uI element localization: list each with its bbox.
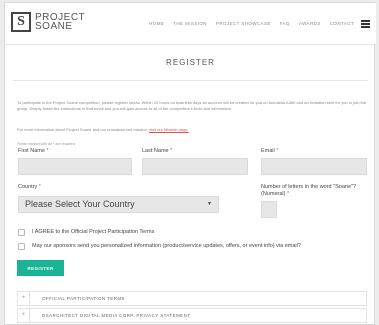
nav-home[interactable]: HOME: [149, 21, 164, 26]
main-nav: HOME THE MISSION PROJECT SHOWCASE FAQ AW…: [149, 21, 354, 26]
required-star: *: [46, 148, 49, 154]
first-name-label: First Name *: [18, 148, 49, 154]
first-name-field[interactable]: [18, 158, 132, 175]
accordion-label: DSARCHITECT DIGITAL MEDIA CORP. PRIVACY …: [42, 313, 191, 318]
hamburger-menu-icon[interactable]: [361, 20, 370, 28]
letters-question-line1: Number of letters in the word "Soane"?: [261, 184, 357, 190]
nav-awards[interactable]: AWARDS: [299, 21, 321, 26]
letters-question-line2: (Numeral) *: [261, 191, 373, 198]
sponsors-email-label: May our sponsors send you personalized i…: [32, 243, 301, 249]
last-name-label-text: Last Name: [142, 148, 169, 154]
more-info-label: For more information about Project Soane…: [17, 127, 148, 132]
letters-question-label: Number of letters in the word "Soane"? (…: [261, 184, 373, 198]
more-info-text: For more information about Project Soane…: [17, 127, 189, 132]
mission-page-link[interactable]: visit our Mission page.: [149, 127, 189, 132]
logo-line2: SOANE: [35, 21, 73, 32]
logo-text: PROJECT SOANE: [35, 13, 85, 32]
required-note: Fields marked with an * are required: [17, 142, 75, 146]
required-star: *: [38, 184, 41, 190]
email-label-text: Email: [261, 148, 275, 154]
letters-question-line2-text: (Numeral): [261, 191, 286, 197]
last-name-field[interactable]: [142, 158, 248, 175]
agree-terms-checkbox[interactable]: [18, 229, 25, 236]
required-star: *: [286, 191, 290, 197]
sponsors-email-checkbox[interactable]: [18, 243, 25, 250]
accordion-privacy-statement[interactable]: + DSARCHITECT DIGITAL MEDIA CORP. PRIVAC…: [17, 308, 367, 323]
logo-mark: S: [11, 12, 31, 32]
required-note-suffix: are required: [55, 142, 75, 146]
nav-the-mission[interactable]: THE MISSION: [173, 21, 207, 26]
register-button[interactable]: REGISTER: [17, 260, 64, 276]
nav-faq[interactable]: FAQ: [280, 21, 290, 26]
required-note-text: Fields marked with an: [17, 142, 52, 146]
email-label: Email *: [261, 148, 278, 154]
required-star: *: [276, 148, 279, 154]
nav-contact[interactable]: CONTACT: [330, 21, 354, 26]
title-divider: [13, 80, 368, 81]
logo[interactable]: S PROJECT SOANE: [11, 11, 85, 33]
accordion-participation-terms[interactable]: + OFFICIAL PARTICIPATION TERMS: [17, 291, 367, 306]
country-label-text: Country: [18, 184, 38, 190]
country-select[interactable]: Please Select Your Country ▼: [18, 196, 219, 213]
email-field[interactable]: [261, 158, 367, 175]
letters-count-field[interactable]: [261, 201, 277, 218]
page: S PROJECT SOANE HOME THE MISSION PROJECT…: [4, 2, 376, 325]
plus-icon: +: [18, 309, 30, 322]
first-name-label-text: First Name: [18, 148, 45, 154]
country-selected-value: Please Select Your Country: [25, 199, 135, 209]
intro-text: To participate in the Project Soane comp…: [17, 100, 367, 111]
plus-icon: +: [18, 292, 30, 305]
site-header: S PROJECT SOANE HOME THE MISSION PROJECT…: [5, 3, 376, 45]
nav-project-showcase[interactable]: PROJECT SHOWCASE: [216, 21, 271, 26]
accordion-label: OFFICIAL PARTICIPATION TERMS: [42, 296, 125, 301]
required-star: *: [170, 148, 173, 154]
last-name-label: Last Name *: [142, 148, 172, 154]
dropdown-arrow-icon: ▼: [207, 201, 212, 207]
page-title: REGISTER: [166, 58, 215, 67]
agree-terms-label: I AGREE to the Official Project Particip…: [32, 229, 155, 235]
country-label: Country *: [18, 184, 41, 190]
